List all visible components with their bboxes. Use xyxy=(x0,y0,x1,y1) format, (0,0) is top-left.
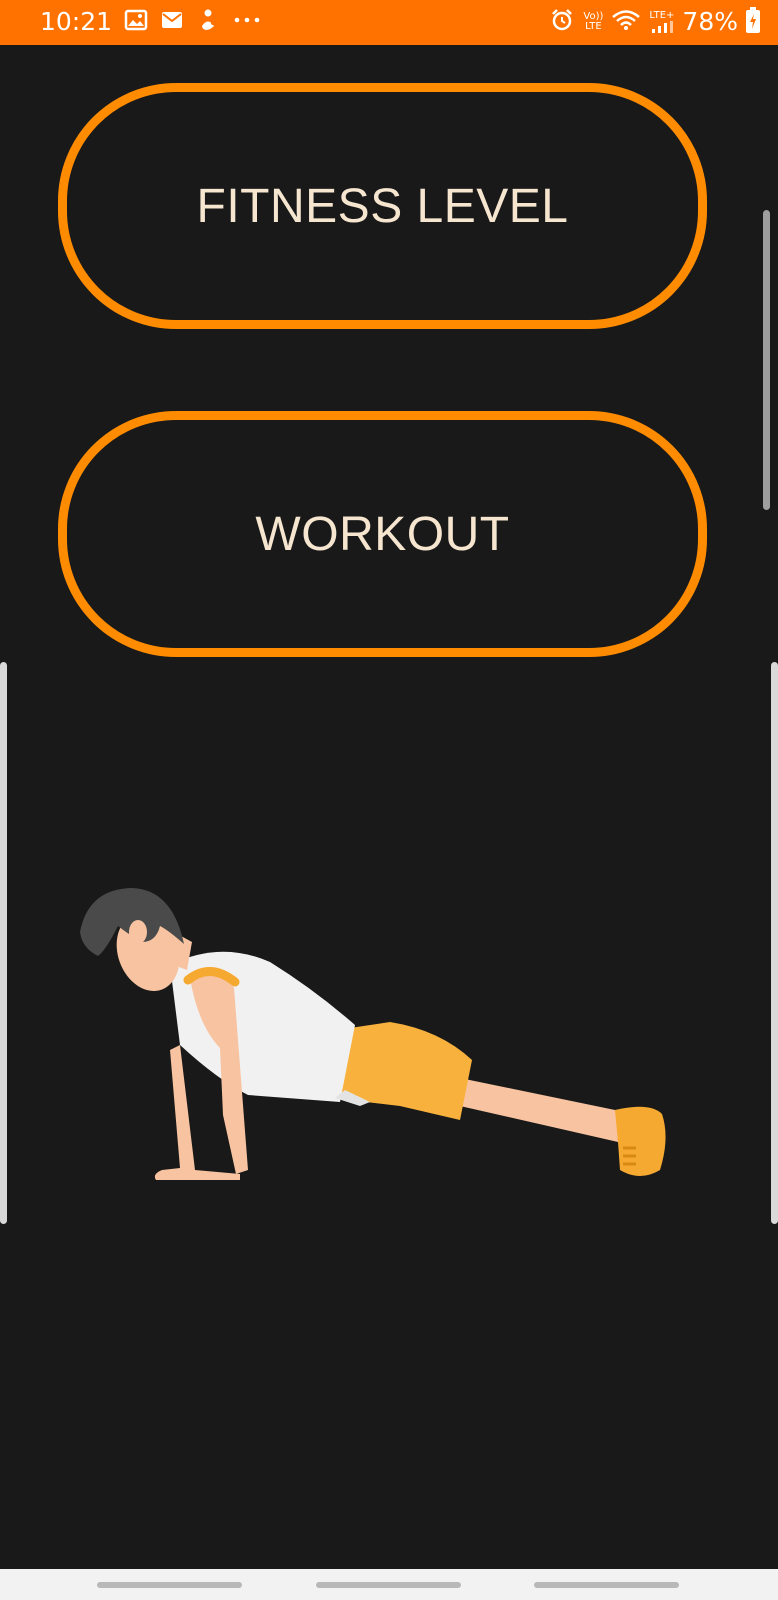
lte-label: LTE+ xyxy=(649,10,675,21)
system-navigation-bar xyxy=(0,1569,778,1600)
nav-recents-pill[interactable] xyxy=(534,1582,679,1588)
image-icon xyxy=(124,8,148,36)
workout-label: WORKOUT xyxy=(255,507,510,561)
right-scrollbar-top[interactable] xyxy=(763,210,770,510)
status-bar: 10:21 Vo)) LTE LTE+ 78% xyxy=(0,0,778,45)
alarm-icon xyxy=(549,7,575,37)
right-edge-indicator xyxy=(771,662,778,1224)
system-icons: Vo)) LTE LTE+ 78% xyxy=(549,7,760,37)
fitness-level-label: FITNESS LEVEL xyxy=(196,179,569,233)
left-edge-indicator xyxy=(0,662,7,1224)
lte-signal-icon: LTE+ xyxy=(649,11,674,33)
nav-back-pill[interactable] xyxy=(97,1582,242,1588)
battery-percent: 78% xyxy=(682,7,738,36)
more-dots-icon xyxy=(232,8,262,36)
person-icon xyxy=(196,8,220,36)
fitness-level-button[interactable]: FITNESS LEVEL xyxy=(58,83,707,329)
pushup-person-illustration xyxy=(70,870,690,1210)
battery-icon xyxy=(746,7,760,37)
notification-icons xyxy=(124,8,262,36)
mail-icon xyxy=(160,8,184,36)
status-time: 10:21 xyxy=(40,7,113,36)
workout-button[interactable]: WORKOUT xyxy=(58,411,707,657)
volte-label-bottom: LTE xyxy=(585,21,602,32)
nav-home-pill[interactable] xyxy=(316,1582,461,1588)
wifi-icon xyxy=(611,8,641,36)
volte-icon: Vo)) LTE xyxy=(583,12,603,32)
